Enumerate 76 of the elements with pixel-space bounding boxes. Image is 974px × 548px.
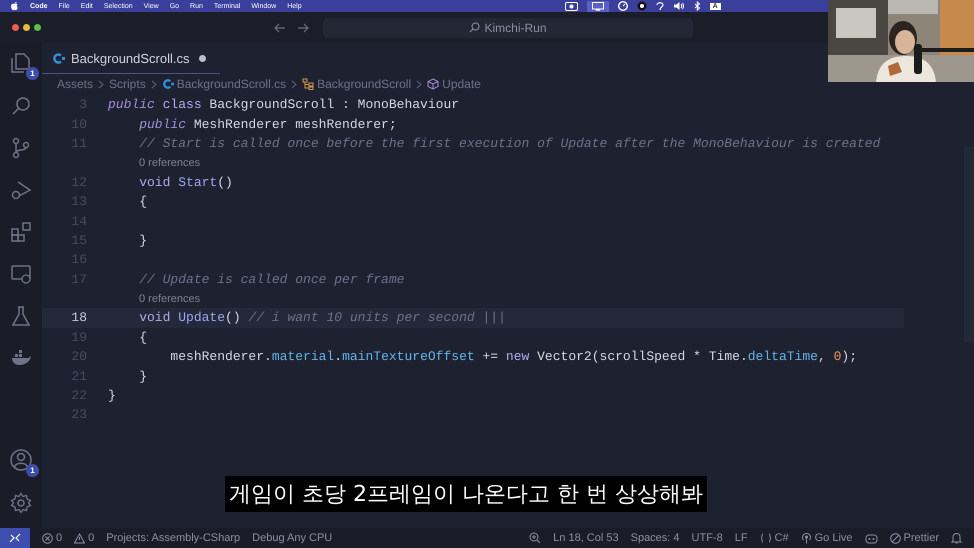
broadcast-icon [800,532,812,544]
breadcrumb-item[interactable]: Update [427,77,481,91]
csharp-file-icon [52,52,65,64]
settings-icon[interactable] [10,492,32,514]
code-line: public class BackgroundScroll : MonoBehaviour [108,97,460,112]
breadcrumb-item[interactable]: Assets [57,77,94,91]
chevron-icon [291,80,298,88]
status-item[interactable]: C# [760,532,789,544]
editor-tab[interactable]: BackgroundScroll.cs [42,43,220,74]
minimize-button[interactable] [23,24,30,31]
code-line: } [138,368,148,384]
forward-arrow-icon[interactable] [297,22,309,32]
status-item[interactable]: Debug Any CPU [252,532,332,544]
codelens-link[interactable]: 0 references [139,292,200,305]
notification-badge: 1 [26,67,39,80]
close-button[interactable] [12,24,19,31]
status-item[interactable]: Ln 18, Col 53 [553,532,619,544]
braces-icon [760,533,772,543]
code-line: void Update() // i want 10 units per second ||| [138,310,506,326]
command-center-search[interactable]: Kimchi-Run [323,18,693,38]
status-item[interactable]: Prettier [890,532,939,544]
notification-badge: 1 [26,464,39,477]
bluetooth-icon[interactable] [694,1,701,11]
warning-icon [74,532,86,544]
search-icon[interactable] [10,95,32,117]
extensions-icon[interactable] [10,221,32,243]
code-line: // Start is called once before the first execution of Update after the MonoBehaviour is created [138,136,880,151]
apple-icon[interactable] [10,1,19,11]
explorer-icon[interactable] [9,51,33,75]
breadcrumb-item[interactable]: BackgroundScroll [302,77,412,91]
bell-icon[interactable] [951,532,962,544]
chevron-icon [150,80,157,88]
screen-record-icon[interactable] [564,2,578,10]
code-line: } [138,232,148,248]
gauge-icon[interactable] [618,1,628,11]
chevron-icon [98,80,104,88]
remote-indicator-button[interactable] [0,528,30,548]
line-number: 18 [70,310,87,326]
zoom-icon[interactable] [529,532,542,544]
code-line: } [108,388,116,404]
status-item[interactable]: UTF-8 [692,532,723,544]
status-item[interactable]: Go Live [800,532,853,544]
flask-icon[interactable] [10,305,32,327]
volume-icon[interactable] [672,1,685,11]
record-icon[interactable] [636,1,647,11]
status-item[interactable]: Projects: Assembly-CSharp [106,532,240,544]
source-control-icon[interactable] [10,137,32,159]
copilot-icon[interactable] [864,532,878,544]
code-line: void Start() [138,174,233,190]
code-line: meshRenderer.material.mainTextureOffset += new Vector2(scrollSpeed * Time.deltaTime, 0); [169,349,857,364]
display-icon[interactable] [586,0,609,12]
code-line: public MeshRenderer meshRenderer; [138,116,397,132]
status-item[interactable]: LF [734,532,748,544]
error-icon [42,532,53,544]
cube-icon [427,78,440,90]
back-arrow-icon[interactable] [274,22,286,32]
run-debug-icon[interactable] [10,179,32,201]
remote-icon [9,533,21,543]
zoom-button[interactable] [34,24,41,31]
chevron-icon [416,80,422,88]
code-line: { [138,330,148,345]
remote-explorer-icon[interactable] [10,263,32,285]
accounts-icon[interactable] [9,448,33,472]
code-line: // Update is called once per frame [138,272,404,287]
status-item[interactable]: 0 [42,532,62,544]
status-item[interactable]: Spaces: 4 [630,532,680,544]
subtitle-caption: 게임이 초당 2프레임이 나온다고 한 번 상상해봐 [225,476,707,512]
circle-slash-icon [890,532,901,544]
status-item[interactable]: 0 [74,532,94,544]
search-icon [469,22,480,33]
breadcrumb-item[interactable]: BackgroundScroll.cs [162,77,286,91]
csharp-file-icon [162,78,174,90]
code-line: { [138,194,148,210]
class-icon [302,78,314,90]
codelens-link[interactable]: 0 references [139,156,200,169]
breadcrumb-item[interactable]: Scripts [109,77,146,91]
